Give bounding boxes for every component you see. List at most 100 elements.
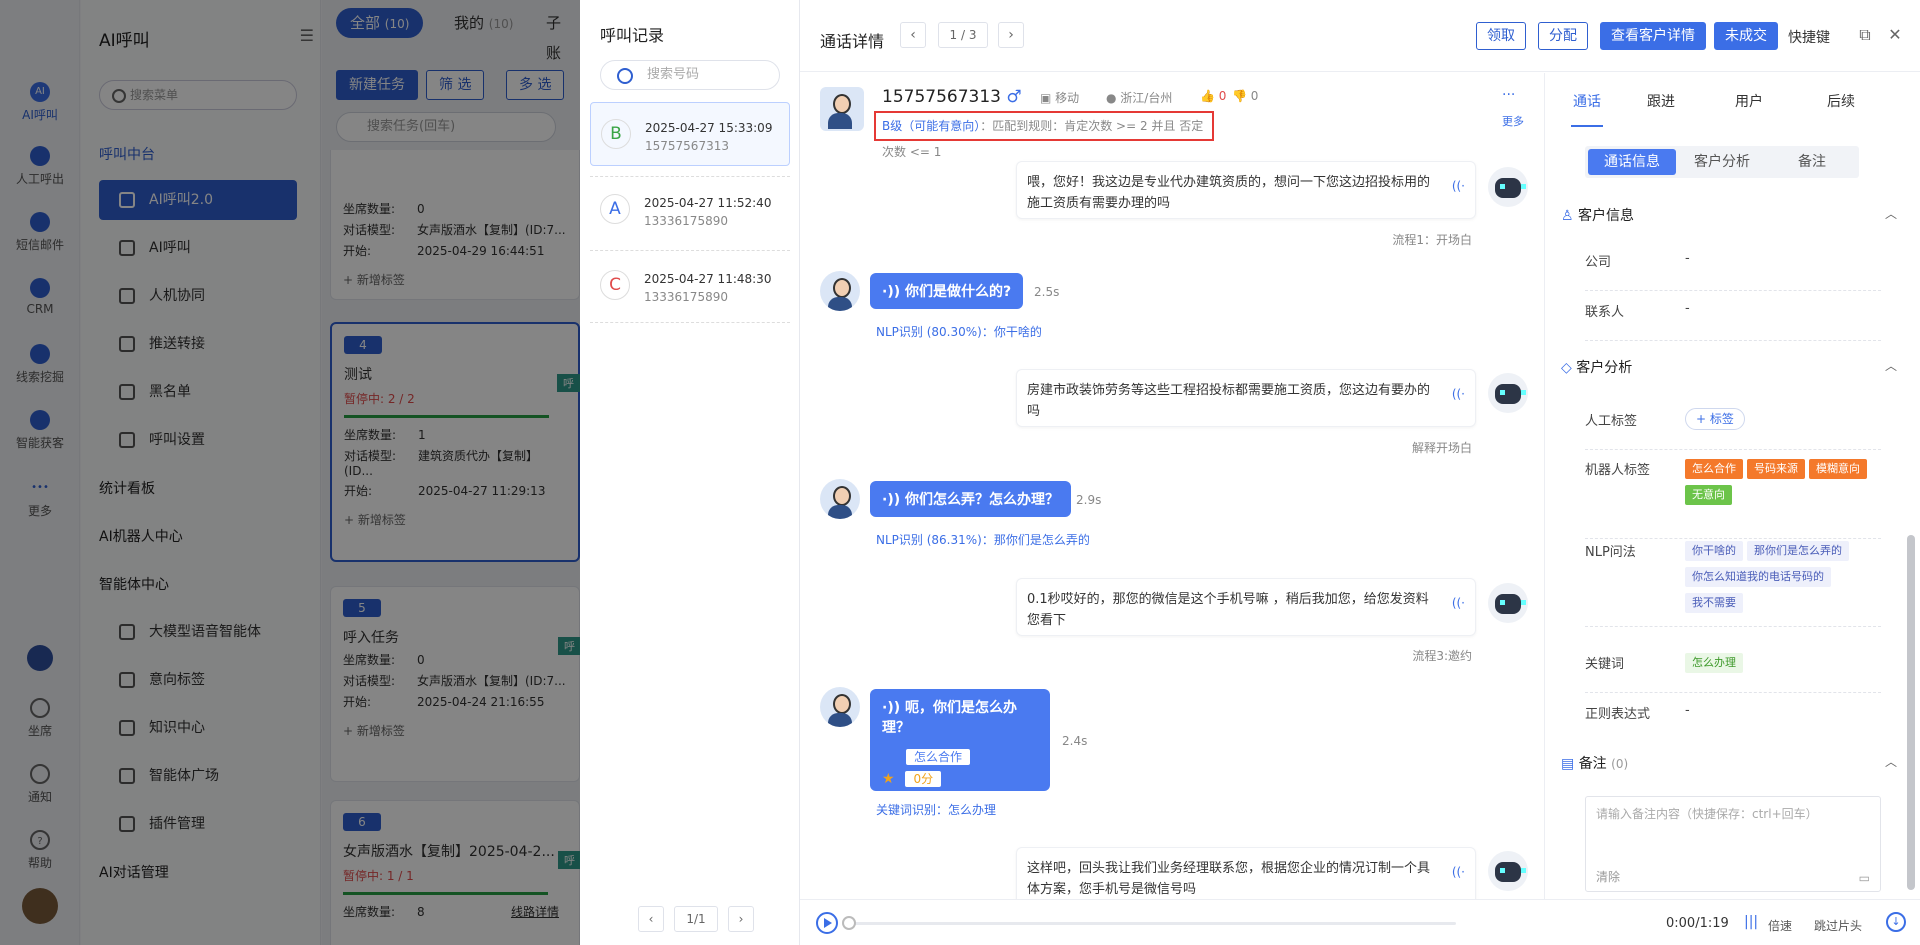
section-customer-info[interactable]: ♙ 客户信息 ︿ [1561,205,1897,225]
voice-icon[interactable]: ((· [1452,593,1465,614]
next-call-button[interactable]: › [998,22,1024,48]
grade-badge: A [600,194,630,224]
record-item[interactable]: C 2025-04-27 11:48:30 13336175890 [590,254,790,318]
play-button[interactable] [816,912,838,934]
seg-notes[interactable]: 备注 [1768,149,1856,175]
score-chip: 0分 [905,771,942,787]
prev-page-button[interactable]: ‹ [638,906,664,932]
user-message: ·)) 你们怎么弄？怎么办理？ [870,481,1071,517]
customer-avatar [820,687,860,727]
claim-button[interactable]: 领取 [1476,22,1526,50]
voice-icon[interactable]: ((· [1452,384,1465,405]
flow-label: 流程3:邀约 [1412,649,1472,663]
voice-icon[interactable]: ((· [1452,176,1465,197]
divider [590,322,790,323]
record-phone: 15757567313 [645,139,729,153]
person-icon: ♙ [1561,208,1574,224]
phone-search-input[interactable]: 搜索号码 [600,60,780,90]
note-count: (0) [1611,757,1629,771]
field-contact: 联系人 - [1585,301,1881,341]
detail-title: 通话详情 [820,32,885,51]
field-label: 关键词 [1585,657,1625,672]
message-text: 这样吧，回头我让我们业务经理联系您，根据您企业的情况订制一个具体方案，您手机号是… [1027,861,1431,897]
intent-level: B级（可能有意向） [882,119,981,133]
next-page-button[interactable]: › [728,906,754,932]
dislike-count[interactable]: 👎 0 [1232,89,1258,103]
divider [590,250,790,251]
tag-icon: ◇ [1561,360,1572,376]
bot-message: 房建市政装饰劳务等这些工程招投标都需要施工资质，您这边有要办的吗 ((· [1016,369,1476,427]
record-datetime: 2025-04-27 11:48:30 [644,272,772,286]
field-manual-tag: 人工标签 + 标签 [1585,408,1881,450]
bot-avatar [1488,583,1528,623]
more-dots-icon[interactable]: ··· [1502,87,1515,103]
field-value: - [1685,251,1690,266]
side-scrollbar[interactable] [1906,205,1916,895]
keyword-tag: 怎么办理 [1685,653,1743,673]
tab-next[interactable]: 后续 [1827,91,1855,111]
phone-number: 15757567313 [882,87,1001,107]
expand-icon[interactable]: ⧉ [1856,26,1874,44]
info-side-panel: 通话 跟进 用户 后续 通话信息 客户分析 备注 ♙ 客户信息 ︿ 公司 - 联系人… [1544,73,1920,899]
bot-avatar [1488,373,1528,413]
skip-intro-button[interactable]: 跳过片头 [1814,917,1862,934]
customer-avatar [820,479,860,519]
nlp-tag: 你怎么知道我的电话号码的 [1685,567,1831,587]
progress-track[interactable] [848,922,1456,925]
clear-note-button[interactable]: 清除 [1596,868,1620,885]
not-deal-button[interactable]: 未成交 [1714,22,1778,50]
record-phone: 13336175890 [644,214,728,228]
tab-call[interactable]: 通话 [1573,91,1601,111]
field-regex: 正则表达式 - [1585,703,1881,737]
record-phone: 13336175890 [644,290,728,304]
active-tab-indicator [1571,125,1603,127]
robot-tags: 怎么合作 号码来源 模糊意向无意向 [1685,459,1881,511]
grade-badge: B [601,119,631,149]
field-label: 正则表达式 [1585,707,1651,722]
speed-button[interactable]: 倍速 [1768,917,1792,934]
user-message: ·)) 呃，你们是怎么办理？ 怎么合作 ★ 0分 [870,689,1050,791]
flow-label: 解释开场白 [1411,441,1472,455]
bot-message: 喂，您好！我这边是专业代办建筑资质的，想问一下您这边招投标用的施工资质有需要办理… [1016,161,1476,219]
save-icon[interactable]: ▭ [1859,871,1870,885]
bot-avatar [1488,851,1528,891]
scrollbar-thumb[interactable] [1907,535,1915,890]
seg-customer-analysis[interactable]: 客户分析 [1678,149,1766,175]
section-notes[interactable]: ▤ 备注 (0) ︿ [1561,753,1897,773]
add-manual-tag-button[interactable]: + 标签 [1685,408,1745,430]
grade-badge: C [600,270,630,300]
tab-follow[interactable]: 跟进 [1647,91,1675,111]
nlp-recognition: NLP识别 (80.30%)：你干啥的 [876,325,1042,339]
note-textarea[interactable]: 请输入备注内容（快捷保存：ctrl+回车） 清除 ▭ [1585,796,1881,892]
view-customer-button[interactable]: 查看客户详情 [1600,22,1706,50]
dislike-value: 0 [1250,89,1259,103]
duration: 2.4s [1062,734,1088,748]
seg-call-info[interactable]: 通话信息 [1588,149,1676,175]
modal-overlay[interactable] [0,0,580,945]
message-text: 你们怎么弄？怎么办理？ [905,492,1059,508]
like-value: 0 [1218,89,1227,103]
chevron-up-icon[interactable]: ︿ [1885,753,1897,770]
nlp-tag: 你干啥的 [1685,541,1743,561]
section-customer-analysis[interactable]: ◇ 客户分析 ︿ [1561,357,1897,377]
chevron-up-icon[interactable]: ︿ [1885,205,1897,222]
conversation-area: 15757567313 ♂ ▣ 移动 ● 浙江/台州 👍 0 👎 0 ··· 更… [800,73,1544,899]
assign-button[interactable]: 分配 [1538,22,1588,50]
prev-call-button[interactable]: ‹ [900,22,926,48]
customer-phone: 15757567313 ♂ [882,87,1022,107]
tab-user[interactable]: 用户 [1735,91,1763,111]
record-item[interactable]: A 2025-04-27 11:52:40 13336175890 [590,178,790,242]
like-count[interactable]: 👍 0 [1200,89,1226,103]
shortcut-link[interactable]: 快捷键 [1788,27,1830,47]
region-label: 浙江/台州 [1120,91,1173,105]
close-icon[interactable]: ✕ [1886,26,1904,44]
download-icon[interactable]: ↓ [1886,912,1906,932]
waveform-icon[interactable]: ||| [1744,914,1758,930]
progress-handle[interactable] [842,916,856,930]
voice-icon[interactable]: ((· [1452,862,1465,883]
bot-avatar [1488,167,1528,207]
record-item[interactable]: B 2025-04-27 15:33:09 15757567313 [590,102,790,166]
more-link[interactable]: 更多 [1502,113,1524,129]
chevron-up-icon[interactable]: ︿ [1885,357,1897,374]
field-value: - [1685,301,1690,316]
